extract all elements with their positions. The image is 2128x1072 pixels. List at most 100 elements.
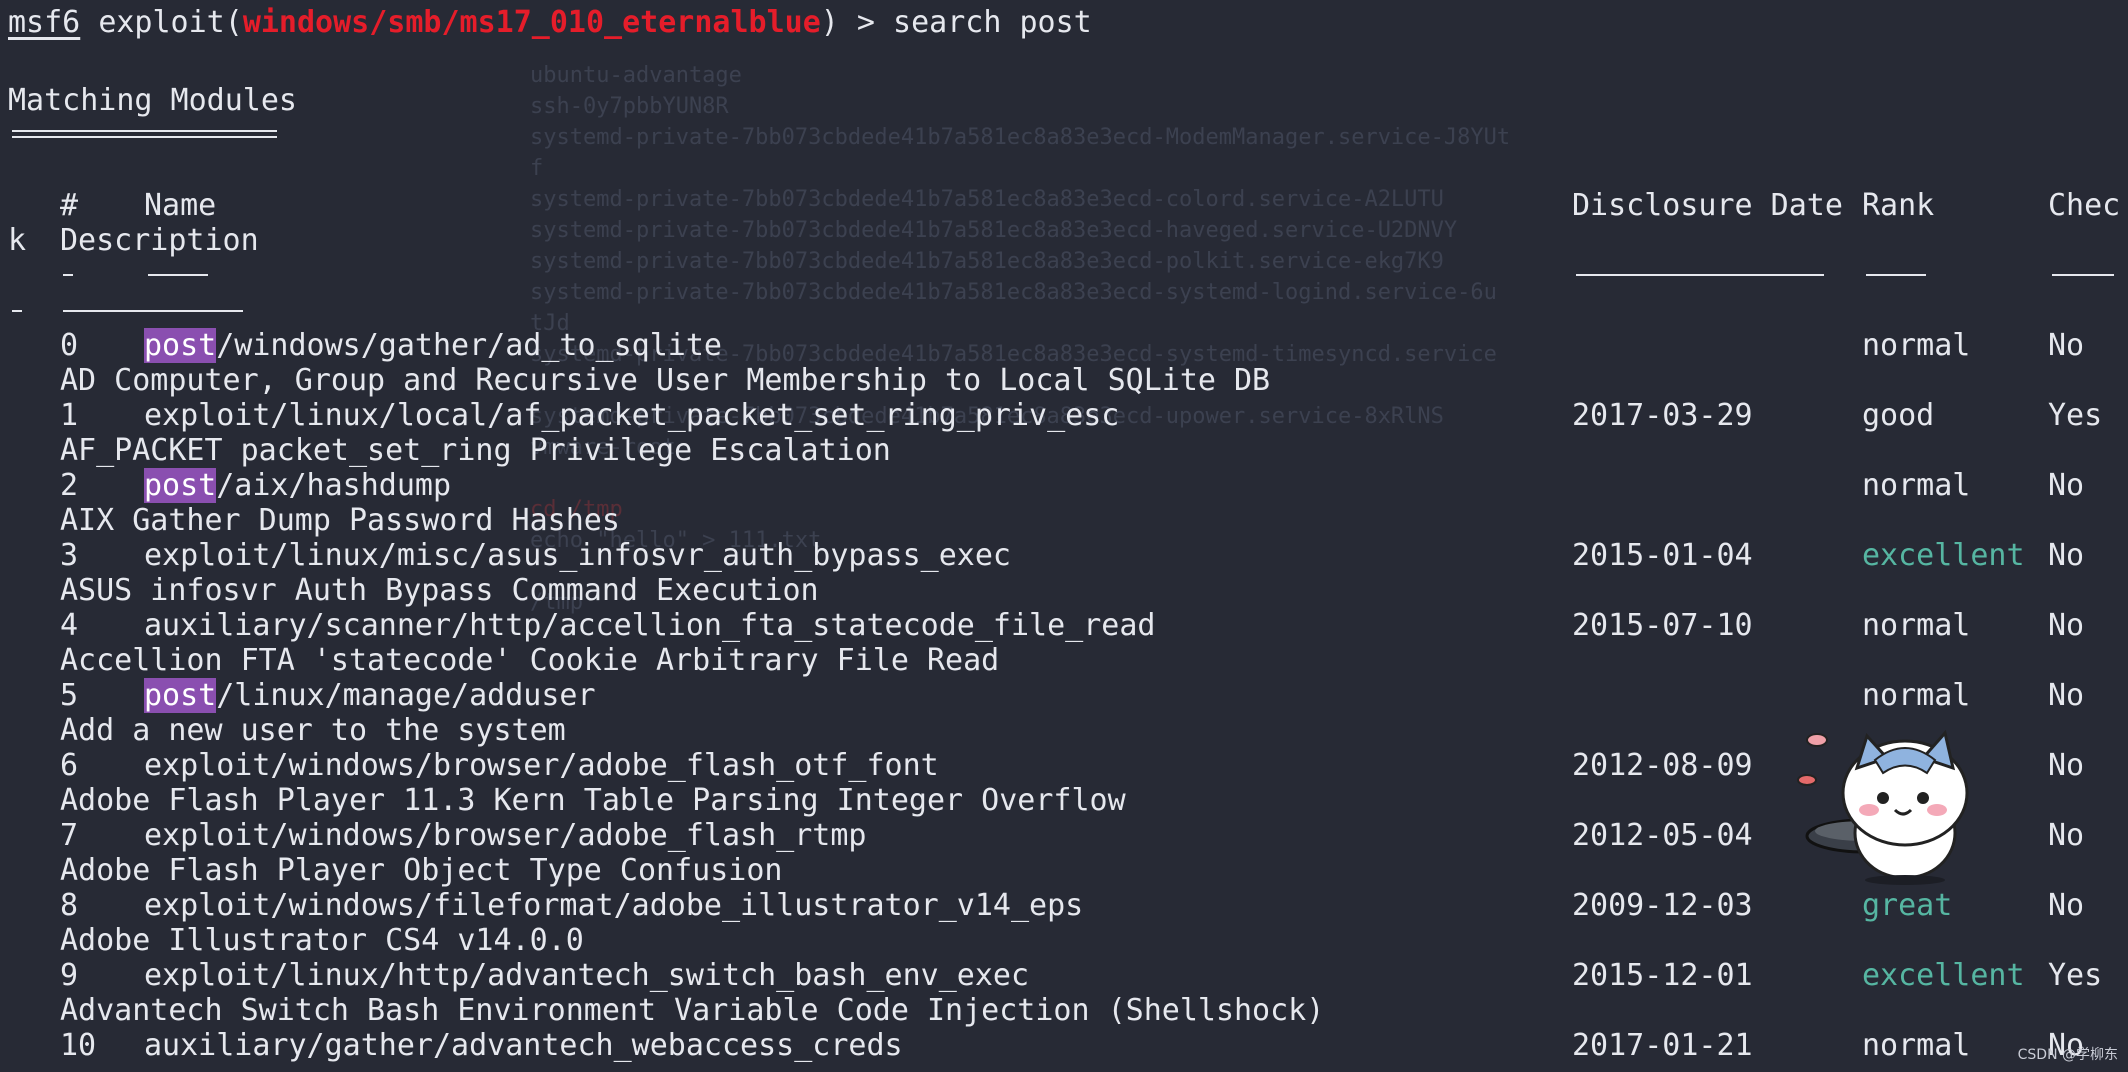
table-row-description: AIX Gather Dump Password Hashes bbox=[0, 503, 2128, 538]
row-check: No bbox=[2048, 748, 2085, 783]
row-rank: normal bbox=[1862, 328, 1971, 363]
table-row-description bbox=[0, 1063, 2128, 1072]
row-num: 5 bbox=[60, 678, 79, 713]
search-match-highlight: post bbox=[144, 328, 217, 363]
row-num: 1 bbox=[60, 398, 79, 433]
row-module-path: exploit/linux/http/advantech_switch_bash… bbox=[144, 958, 1030, 993]
row-module-path: auxiliary/gather/advantech_webaccess_cre… bbox=[144, 1028, 903, 1063]
row-module-path: /linux/manage/adduser bbox=[216, 678, 596, 713]
row-disclosure-date: 2012-05-04 bbox=[1572, 818, 1753, 853]
row-description: Adobe Illustrator CS4 v14.0.0 bbox=[60, 923, 584, 958]
table-header-row: # Name Disclosure Date Rank Chec bbox=[0, 188, 2128, 223]
row-rank: great bbox=[1862, 888, 1953, 923]
row-rank: good bbox=[1862, 398, 1935, 433]
csdn-watermark: CSDN @学柳东 bbox=[2017, 1047, 2118, 1063]
table-row: 8 exploit/windows/fileformat/adobe_illust… bbox=[0, 888, 2128, 923]
header-rank: Rank bbox=[1862, 188, 1935, 223]
row-description: AD Computer, Group and Recursive User Me… bbox=[60, 363, 1271, 398]
ghost-line: ssh-0y7pbbYUN8R bbox=[530, 94, 729, 119]
row-num: 10 bbox=[60, 1028, 97, 1063]
ghost-line: systemd-private-7bb073cbdede41b7a581ec8a… bbox=[530, 280, 1497, 305]
section-title-underline bbox=[12, 130, 277, 132]
row-module-name: post/windows/gather/ad_to_sqlite bbox=[144, 328, 722, 363]
header-date-underline bbox=[1576, 274, 1824, 276]
ghost-line: ubuntu-advantage bbox=[530, 63, 742, 88]
header-description: Description bbox=[60, 223, 259, 258]
row-module-path: auxiliary/scanner/http/accellion_fta_sta… bbox=[144, 608, 1156, 643]
row-disclosure-date: 2017-01-21 bbox=[1572, 1028, 1753, 1063]
header-check-wrap: k bbox=[8, 223, 27, 258]
row-description: Accellion FTA 'statecode' Cookie Arbitra… bbox=[60, 643, 1000, 678]
row-module-name: post/aix/hashdump bbox=[144, 468, 451, 503]
row-description: Add a new user to the system bbox=[60, 713, 566, 748]
prompt-paren-open: ( bbox=[224, 5, 243, 40]
row-description: Adobe Flash Player Object Type Confusion bbox=[60, 853, 783, 888]
header-name-underline bbox=[148, 274, 208, 276]
row-check: No bbox=[2048, 328, 2085, 363]
row-module-path: /aix/hashdump bbox=[216, 468, 452, 503]
table-row: 10 auxiliary/gather/advantech_webaccess_c… bbox=[0, 1028, 2128, 1063]
prompt-program: msf6 bbox=[8, 5, 81, 40]
table-row-description: AD Computer, Group and Recursive User Me… bbox=[0, 363, 2128, 398]
row-rank: normal bbox=[1862, 678, 1971, 713]
row-module-path: exploit/windows/browser/adobe_flash_rtmp bbox=[144, 818, 867, 853]
ghost-line: f bbox=[530, 156, 544, 181]
table-row-description: Adobe Illustrator CS4 v14.0.0 bbox=[0, 923, 2128, 958]
row-description: AIX Gather Dump Password Hashes bbox=[60, 503, 620, 538]
row-module-name: exploit/linux/misc/asus_infosvr_auth_byp… bbox=[144, 538, 1011, 573]
row-disclosure-date: 2009-12-03 bbox=[1572, 888, 1753, 923]
row-num: 0 bbox=[60, 328, 79, 363]
row-num: 2 bbox=[60, 468, 79, 503]
table-row: 3 exploit/linux/misc/asus_infosvr_auth_by… bbox=[0, 538, 2128, 573]
row-disclosure-date: 2015-12-01 bbox=[1572, 958, 1753, 993]
table-row: 5 post/linux/manage/adduser normal No bbox=[0, 678, 2128, 713]
row-module-name: exploit/windows/browser/adobe_flash_otf_… bbox=[144, 748, 939, 783]
table-row: 1 exploit/linux/local/af_packet_packet_se… bbox=[0, 398, 2128, 433]
table-row-description: Accellion FTA 'statecode' Cookie Arbitra… bbox=[0, 643, 2128, 678]
row-rank: normal bbox=[1862, 608, 1971, 643]
row-check: No bbox=[2048, 818, 2085, 853]
prompt-paren-close: ) bbox=[820, 5, 839, 40]
search-match-highlight: post bbox=[144, 678, 217, 713]
row-disclosure-date: 2012-08-09 bbox=[1572, 748, 1753, 783]
table-row-description: AF_PACKET packet_set_ring Privilege Esca… bbox=[0, 433, 2128, 468]
row-num: 9 bbox=[60, 958, 79, 993]
row-rank: excellent bbox=[1862, 958, 2025, 993]
row-check: No bbox=[2048, 888, 2085, 923]
row-module-name: auxiliary/scanner/http/accellion_fta_sta… bbox=[144, 608, 1155, 643]
row-module-name: exploit/windows/browser/adobe_flash_rtmp bbox=[144, 818, 866, 853]
table-row: 2 post/aix/hashdump normal No bbox=[0, 468, 2128, 503]
table-row: 0 post/windows/gather/ad_to_sqlite normal N… bbox=[0, 328, 2128, 363]
row-module-name: exploit/windows/fileformat/adobe_illustr… bbox=[144, 888, 1083, 923]
row-num: 7 bbox=[60, 818, 79, 853]
row-rank: excellent bbox=[1862, 538, 2025, 573]
row-module-name: post/linux/manage/adduser bbox=[144, 678, 596, 713]
row-check: No bbox=[2048, 678, 2085, 713]
prompt-arrow: > bbox=[838, 5, 894, 40]
row-description: Advantech Switch Bash Environment Variab… bbox=[60, 993, 1325, 1028]
row-check: Yes bbox=[2048, 398, 2103, 433]
row-module-path: /windows/gather/ad_to_sqlite bbox=[216, 328, 722, 363]
table-row: 9 exploit/linux/http/advantech_switch_bas… bbox=[0, 958, 2128, 993]
row-check: Yes bbox=[2048, 958, 2103, 993]
header-num: # bbox=[60, 188, 79, 223]
row-disclosure-date: 2015-01-04 bbox=[1572, 538, 1753, 573]
header-check: Chec bbox=[2048, 188, 2121, 223]
search-match-highlight: post bbox=[144, 468, 217, 503]
row-check: No bbox=[2048, 608, 2085, 643]
row-module-name: auxiliary/gather/advantech_webaccess_cre… bbox=[144, 1028, 903, 1063]
row-module-name: exploit/linux/http/advantech_switch_bash… bbox=[144, 958, 1029, 993]
chiikawa-sticker-icon bbox=[1797, 729, 1969, 885]
row-num: 3 bbox=[60, 538, 79, 573]
row-description: AF_PACKET packet_set_ring Privilege Esca… bbox=[60, 433, 891, 468]
row-num: 8 bbox=[60, 888, 79, 923]
ghost-line: systemd-private-7bb073cbdede41b7a581ec8a… bbox=[530, 125, 1511, 150]
row-description: Adobe Flash Player 11.3 Kern Table Parsi… bbox=[60, 783, 1126, 818]
header-check-wrap-underline bbox=[12, 310, 22, 312]
terminal-window[interactable]: ubuntu-advantage ssh-0y7pbbYUN8R systemd-p… bbox=[0, 0, 2128, 1072]
header-rank-underline bbox=[1866, 274, 1926, 276]
row-module-path: exploit/linux/misc/asus_infosvr_auth_byp… bbox=[144, 538, 1011, 573]
header-name: Name bbox=[144, 188, 217, 223]
prompt-line: msf6 exploit(windows/smb/ms17_010_eterna… bbox=[8, 5, 1092, 40]
row-rank: normal bbox=[1862, 468, 1971, 503]
